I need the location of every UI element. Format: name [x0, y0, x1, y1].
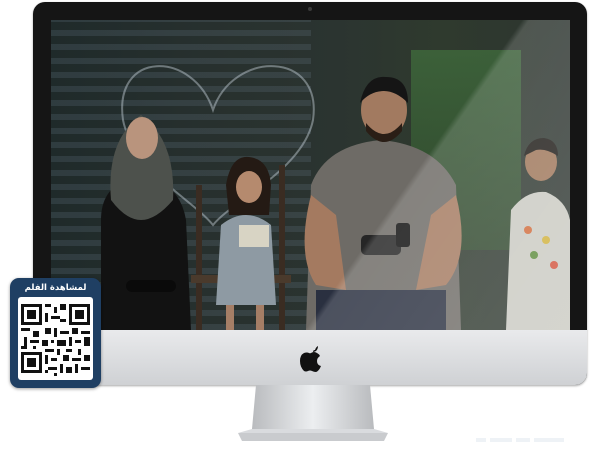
qr-card-label: لمشاهدة الفلم: [24, 283, 87, 293]
boy-figure: [506, 138, 570, 330]
camera-dot: [308, 7, 312, 11]
man-figure: [304, 76, 462, 330]
faint-watermark: [476, 438, 564, 442]
monitor-chin: [100, 330, 587, 385]
girl-figure: [191, 156, 291, 330]
monitor-stand: [238, 385, 388, 441]
qr-code-icon[interactable]: [18, 297, 93, 380]
apple-logo-icon: [300, 346, 321, 372]
qr-card[interactable]: لمشاهدة الفلم: [10, 278, 101, 388]
imac-monitor: [33, 2, 587, 385]
video-screen[interactable]: [51, 20, 570, 330]
